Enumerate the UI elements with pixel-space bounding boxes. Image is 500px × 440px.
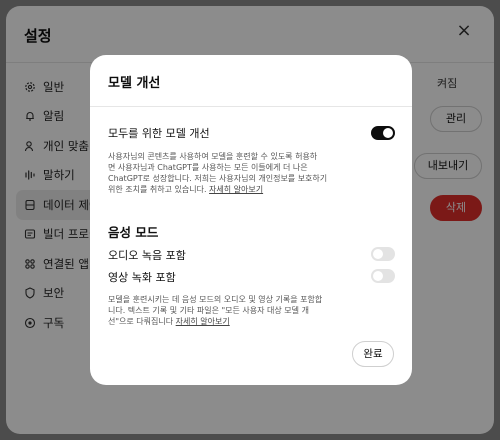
dialog-title: 모델 개선 (108, 76, 161, 91)
desc-line: ChatGPT로 성장합니다. 저희는 사용자님의 개인정보를 보호하기 (108, 174, 328, 183)
toggle-knob (373, 271, 383, 281)
desc-line: 위한 조치를 취하고 있습니다. 자세히 알아보기 (108, 184, 378, 195)
audio-recording-label: 오디오 녹음 포함 (108, 249, 186, 262)
done-button[interactable]: 완료 (352, 341, 394, 367)
voice-mode-description: 모델을 훈련시키는 데 음성 모드의 오디오 및 영상 기록을 포함합 니다. … (108, 294, 378, 327)
dialog-divider (90, 106, 412, 107)
desc-line: 사용자님의 콘텐츠를 사용하여 모델을 훈련할 수 있도록 허용하 (108, 152, 318, 161)
improve-model-description: 사용자님의 콘텐츠를 사용하여 모델을 훈련할 수 있도록 허용하 면 사용자님… (108, 151, 378, 195)
improve-model-toggle[interactable] (371, 126, 395, 140)
desc-line: 니다. 텍스트 기록 및 기타 파일은 "모든 사용자 대상 모델 개 (108, 306, 309, 315)
desc-line: 면 사용자님과 ChatGPT를 사용하는 모든 이들에게 더 나은 (108, 163, 308, 172)
desc-line: 선"으로 다뤄집니다 자세히 알아보기 (108, 316, 378, 327)
audio-recording-toggle[interactable] (371, 247, 395, 261)
toggle-knob (383, 128, 393, 138)
desc-text: 선"으로 다뤄집니다 (108, 317, 174, 326)
learn-more-link[interactable]: 자세히 알아보기 (209, 185, 263, 194)
video-recording-label: 영상 녹화 포함 (108, 271, 176, 284)
desc-line: 모델을 훈련시키는 데 음성 모드의 오디오 및 영상 기록을 포함합 (108, 295, 323, 304)
desc-text: 위한 조치를 취하고 있습니다. (108, 185, 207, 194)
video-recording-toggle[interactable] (371, 269, 395, 283)
improve-model-label: 모두를 위한 모델 개선 (108, 127, 210, 140)
model-improvement-dialog: 모델 개선 모두를 위한 모델 개선 사용자님의 콘텐츠를 사용하여 모델을 훈… (90, 55, 412, 385)
learn-more-link[interactable]: 자세히 알아보기 (176, 317, 230, 326)
toggle-knob (373, 249, 383, 259)
voice-mode-title: 음성 모드 (108, 225, 159, 240)
